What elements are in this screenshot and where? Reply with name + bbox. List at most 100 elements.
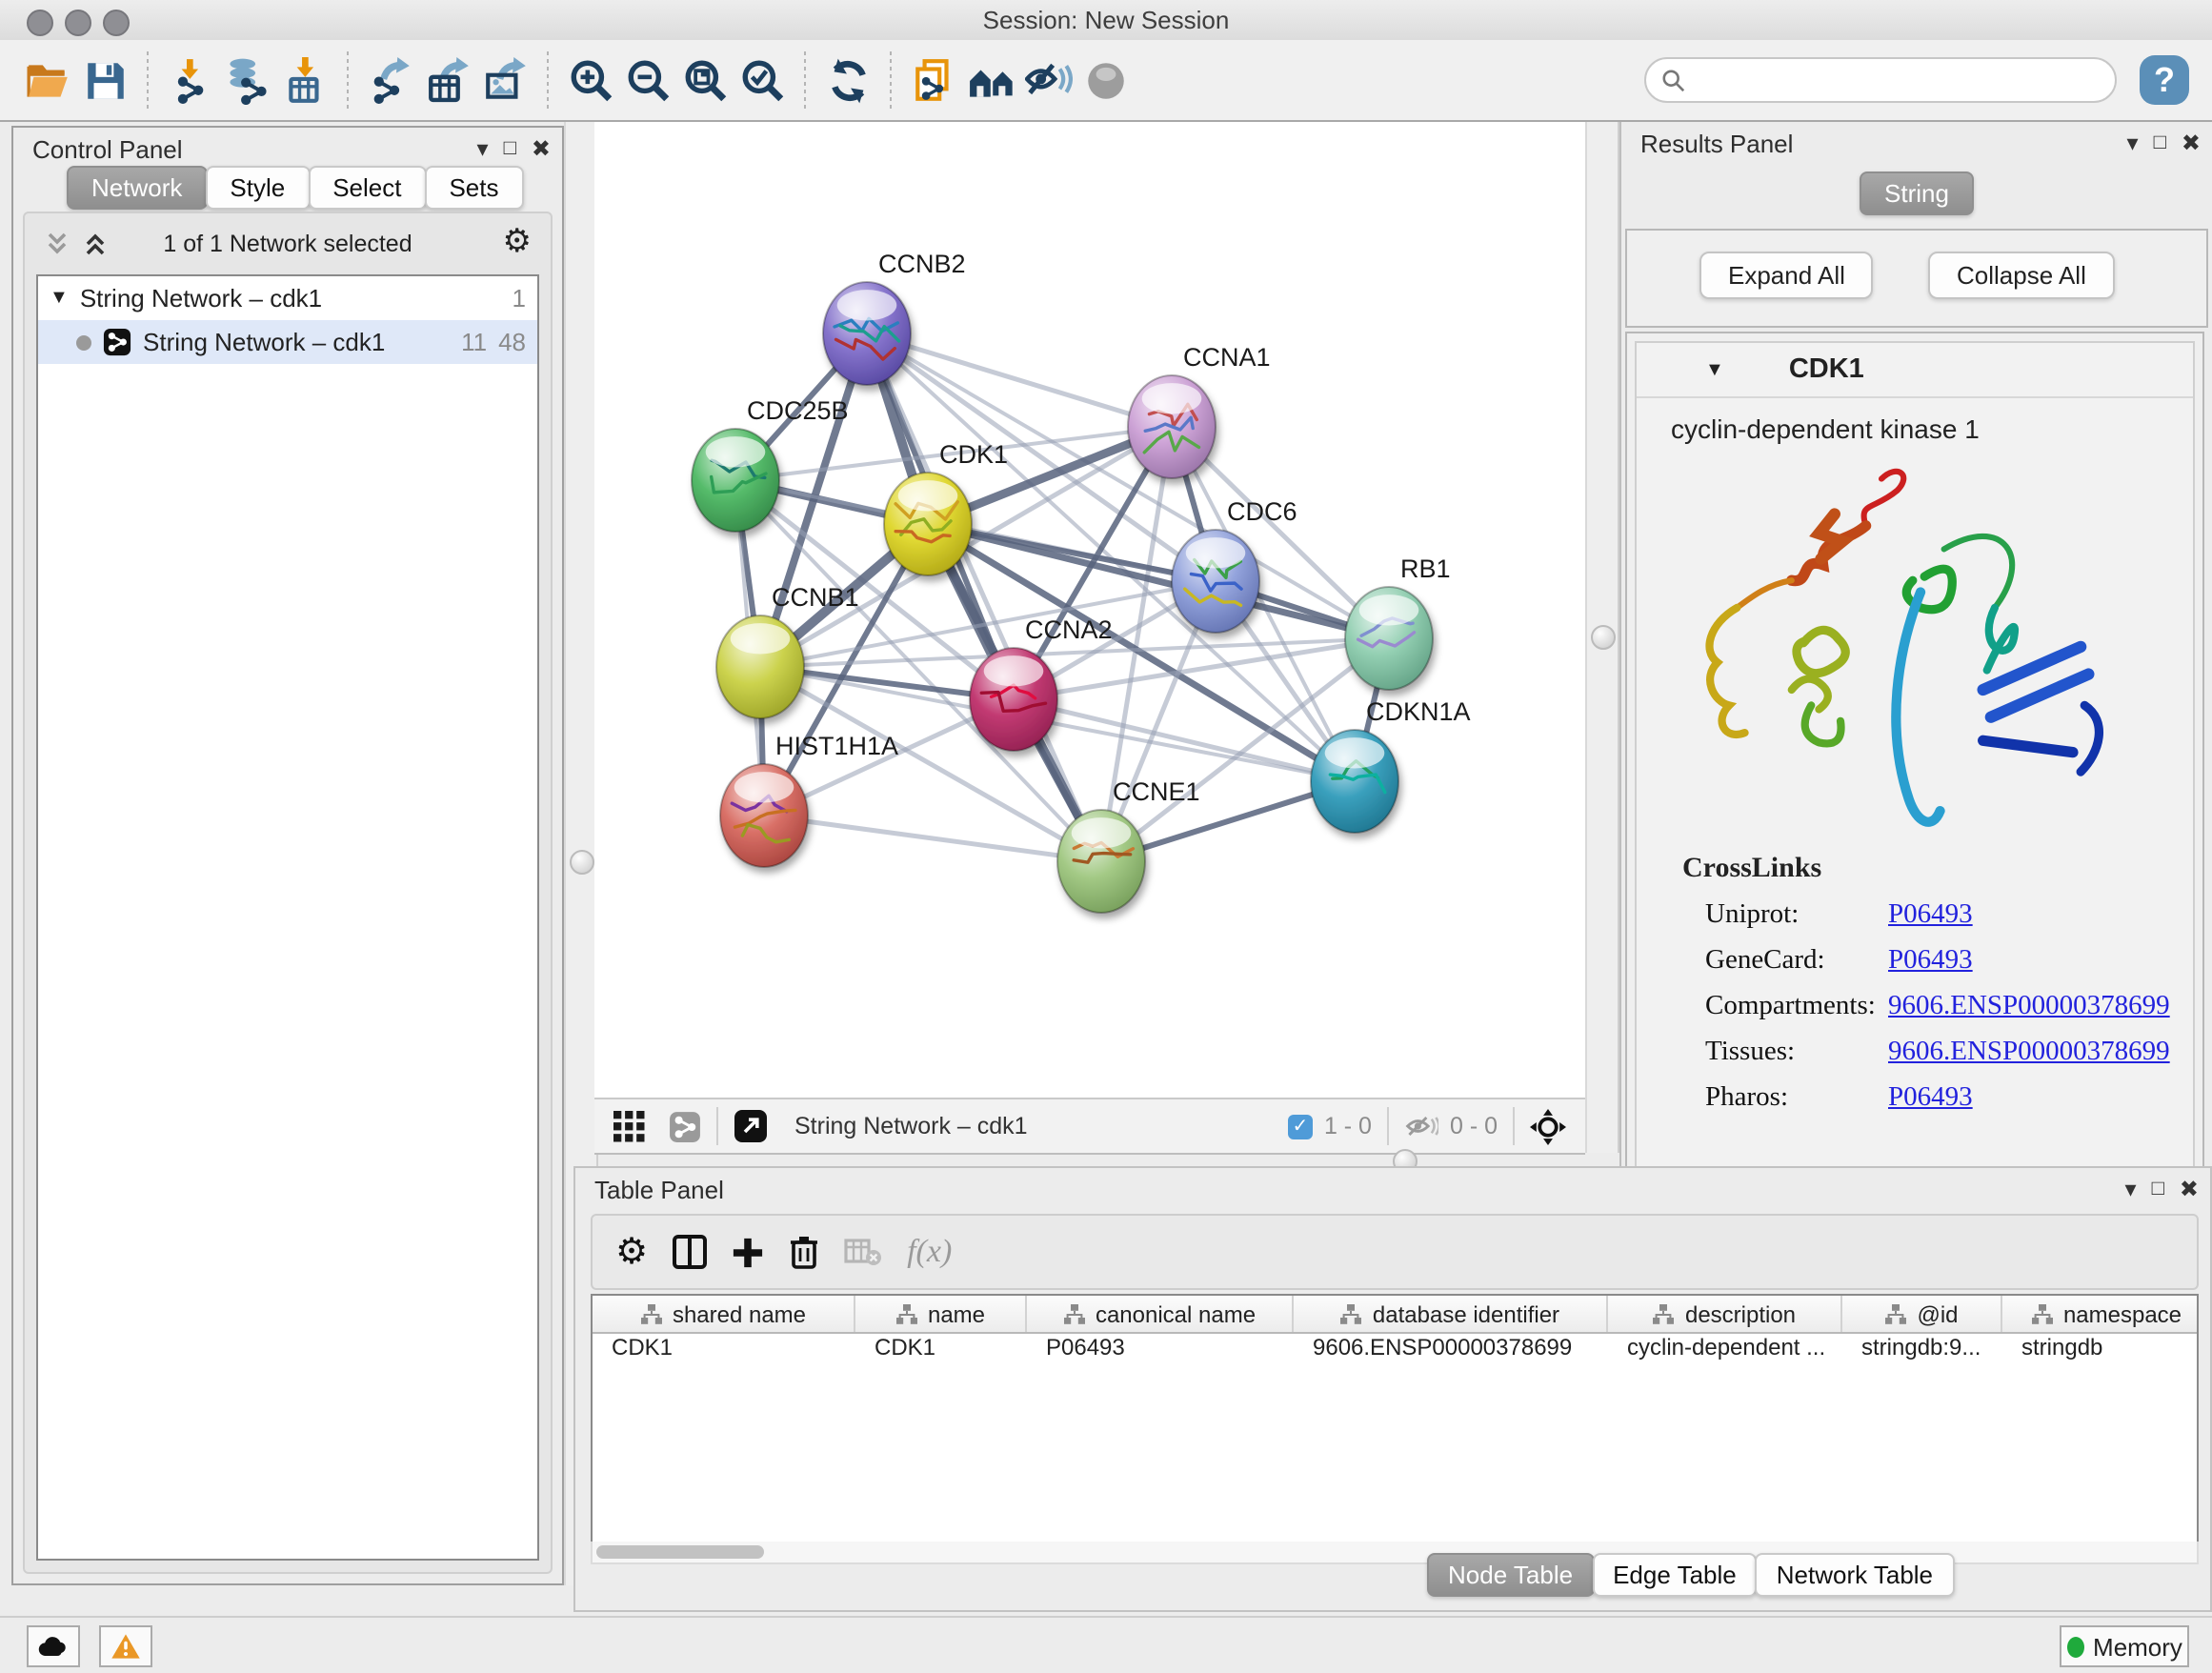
column-header-shared-name[interactable]: shared name xyxy=(593,1296,855,1332)
panel-menu-icon[interactable]: ▾ xyxy=(477,135,489,162)
tab-network-table[interactable]: Network Table xyxy=(1756,1553,1954,1597)
fit-content-icon[interactable] xyxy=(734,1109,768,1143)
network-edge-HIST1H1A-CCNE1[interactable] xyxy=(764,816,1101,861)
column-header-description[interactable]: description xyxy=(1608,1296,1842,1332)
delete-column-icon[interactable] xyxy=(789,1235,819,1269)
crosslink-link[interactable]: P06493 xyxy=(1888,899,1973,932)
network-node-CCNB1[interactable] xyxy=(716,615,804,718)
column-header-database-identifier[interactable]: database identifier xyxy=(1294,1296,1608,1332)
tab-network[interactable]: Network xyxy=(67,166,207,210)
tab-select[interactable]: Select xyxy=(308,166,426,210)
column-header--id[interactable]: @id xyxy=(1842,1296,2002,1332)
tab-style[interactable]: Style xyxy=(205,166,310,210)
hidden-eye-icon[interactable] xyxy=(1404,1113,1438,1139)
network-node-CCNA1[interactable] xyxy=(1128,375,1216,478)
table-row[interactable]: CDK1CDK1P064939606.ENSP00000378699cyclin… xyxy=(593,1334,2197,1366)
network-row-selected[interactable]: String Network – cdk1 11 48 xyxy=(38,320,537,364)
crosslink-link[interactable]: P06493 xyxy=(1888,1082,1973,1115)
search-input[interactable] xyxy=(1696,65,2115,95)
cdk1-card-header[interactable]: ▼ CDK1 xyxy=(1637,343,2193,398)
cloud-status-button[interactable] xyxy=(27,1625,80,1667)
zoom-fit-icon xyxy=(681,56,729,104)
tab-string[interactable]: String xyxy=(1860,171,1974,215)
import-table-from-file-button[interactable] xyxy=(276,50,333,111)
right-splitter-handle[interactable] xyxy=(1591,625,1616,650)
toolbar-separator xyxy=(147,51,149,109)
hide-selected-button[interactable] xyxy=(1019,50,1076,111)
table-settings-gear-icon[interactable]: ⚙ xyxy=(615,1230,648,1274)
export-image-button[interactable] xyxy=(476,50,533,111)
collapse-all-button[interactable]: Collapse All xyxy=(1928,252,2115,299)
table-cell: cyclin-dependent ... xyxy=(1608,1334,1842,1366)
zoom-out-button[interactable] xyxy=(619,50,676,111)
help-button[interactable]: ? xyxy=(2140,55,2189,105)
add-column-icon[interactable] xyxy=(732,1236,764,1268)
tab-node-table[interactable]: Node Table xyxy=(1427,1553,1594,1597)
column-header-namespace[interactable]: namespace xyxy=(2002,1296,2199,1332)
import-network-from-file-button[interactable] xyxy=(162,50,219,111)
panel-float-icon[interactable]: □ xyxy=(504,137,516,160)
save-session-button[interactable] xyxy=(76,50,133,111)
tab-sets[interactable]: Sets xyxy=(424,166,523,210)
tree-expander-icon[interactable]: ▼ xyxy=(50,288,69,309)
results-close-icon[interactable]: ✖ xyxy=(2182,130,2201,156)
birdseye-grid-icon[interactable] xyxy=(613,1110,646,1142)
network-node-HIST1H1A[interactable] xyxy=(720,764,808,867)
right-splitter[interactable] xyxy=(1585,122,1619,1153)
network-node-RB1[interactable] xyxy=(1345,587,1433,690)
show-columns-icon[interactable] xyxy=(673,1235,707,1269)
table-close-icon[interactable]: ✖ xyxy=(2180,1176,2199,1202)
node-table[interactable]: shared name name canonical name database… xyxy=(591,1294,2199,1545)
selected-checkbox[interactable]: ✓ xyxy=(1288,1114,1313,1139)
network-view-toolbar: String Network – cdk1 ✓ 1 - 0 0 - 0 xyxy=(594,1098,1585,1155)
network-edge-CCNB2-CCNA1[interactable] xyxy=(867,333,1172,427)
function-builder-icon[interactable]: f(x) xyxy=(907,1233,952,1271)
network-badge-icon[interactable] xyxy=(669,1110,701,1142)
zoom-selected-button[interactable] xyxy=(734,50,791,111)
tab-edge-table[interactable]: Edge Table xyxy=(1592,1553,1758,1597)
table-hscrollbar[interactable] xyxy=(591,1542,2199,1564)
network-collection-row[interactable]: ▼ String Network – cdk1 1 xyxy=(38,276,537,320)
import-network-from-database-button[interactable] xyxy=(219,50,276,111)
memory-button[interactable]: Memory xyxy=(2060,1625,2189,1667)
network-node-CDKN1A[interactable] xyxy=(1311,730,1398,833)
network-canvas[interactable]: CCNB2CCNA1CDC25BCDK1CDC6RB1CCNB1CCNA2CDK… xyxy=(594,122,1585,1098)
zoom-in-button[interactable] xyxy=(562,50,619,111)
hidden-counts: 0 - 0 xyxy=(1450,1113,1498,1139)
search-box[interactable] xyxy=(1644,57,2117,103)
node-label-CCNB2: CCNB2 xyxy=(878,250,966,278)
left-splitter-handle[interactable] xyxy=(570,850,594,875)
delete-table-icon[interactable] xyxy=(844,1237,882,1267)
network-node-CDK1[interactable] xyxy=(884,473,972,575)
crosslink-link[interactable]: 9606.ENSP00000378699 xyxy=(1888,991,2170,1023)
results-float-icon[interactable]: □ xyxy=(2154,131,2166,154)
table-menu-icon[interactable]: ▾ xyxy=(2125,1176,2137,1202)
warning-status-button[interactable] xyxy=(99,1625,152,1667)
crosslink-link[interactable]: P06493 xyxy=(1888,945,1973,978)
network-node-CDC6[interactable] xyxy=(1172,530,1259,633)
first-neighbors-button[interactable] xyxy=(962,50,1019,111)
network-node-CDC25B[interactable] xyxy=(692,429,779,532)
network-options-gear-icon[interactable]: ⚙ xyxy=(503,223,533,261)
open-file-button[interactable] xyxy=(19,50,76,111)
network-node-CCNA2[interactable] xyxy=(970,648,1057,751)
column-header-canonical-name[interactable]: canonical name xyxy=(1027,1296,1294,1332)
refresh-button[interactable] xyxy=(819,50,876,111)
show-all-button[interactable] xyxy=(1076,50,1134,111)
panel-close-icon[interactable]: ✖ xyxy=(532,135,551,162)
zoom-fit-button[interactable] xyxy=(676,50,734,111)
column-header-name[interactable]: name xyxy=(855,1296,1027,1332)
clone-network-button[interactable] xyxy=(905,50,962,111)
export-network-to-file-button[interactable] xyxy=(362,50,419,111)
network-node-CCNE1[interactable] xyxy=(1057,810,1145,913)
cdk1-expander-icon[interactable]: ▼ xyxy=(1705,359,1724,380)
export-table-to-file-button[interactable] xyxy=(419,50,476,111)
table-float-icon[interactable]: □ xyxy=(2152,1178,2164,1200)
network-edge-CCNB2-CCNE1[interactable] xyxy=(867,333,1101,861)
pan-crosshair-icon[interactable] xyxy=(1530,1108,1566,1144)
network-node-CCNB2[interactable] xyxy=(823,282,911,385)
crosslink-link[interactable]: 9606.ENSP00000378699 xyxy=(1888,1037,2170,1069)
expand-all-button[interactable]: Expand All xyxy=(1699,252,1874,299)
table-hscroll-thumb[interactable] xyxy=(596,1544,764,1558)
results-menu-icon[interactable]: ▾ xyxy=(2127,130,2139,156)
